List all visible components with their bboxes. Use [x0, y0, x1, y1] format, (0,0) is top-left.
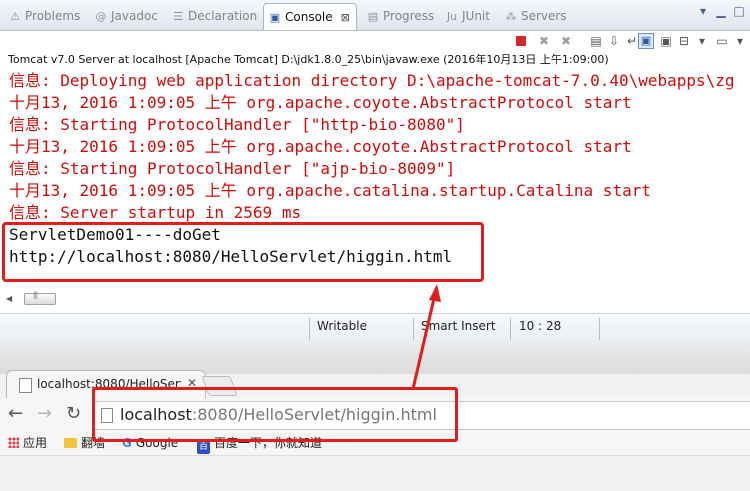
annotation-arrow: [411, 284, 441, 390]
